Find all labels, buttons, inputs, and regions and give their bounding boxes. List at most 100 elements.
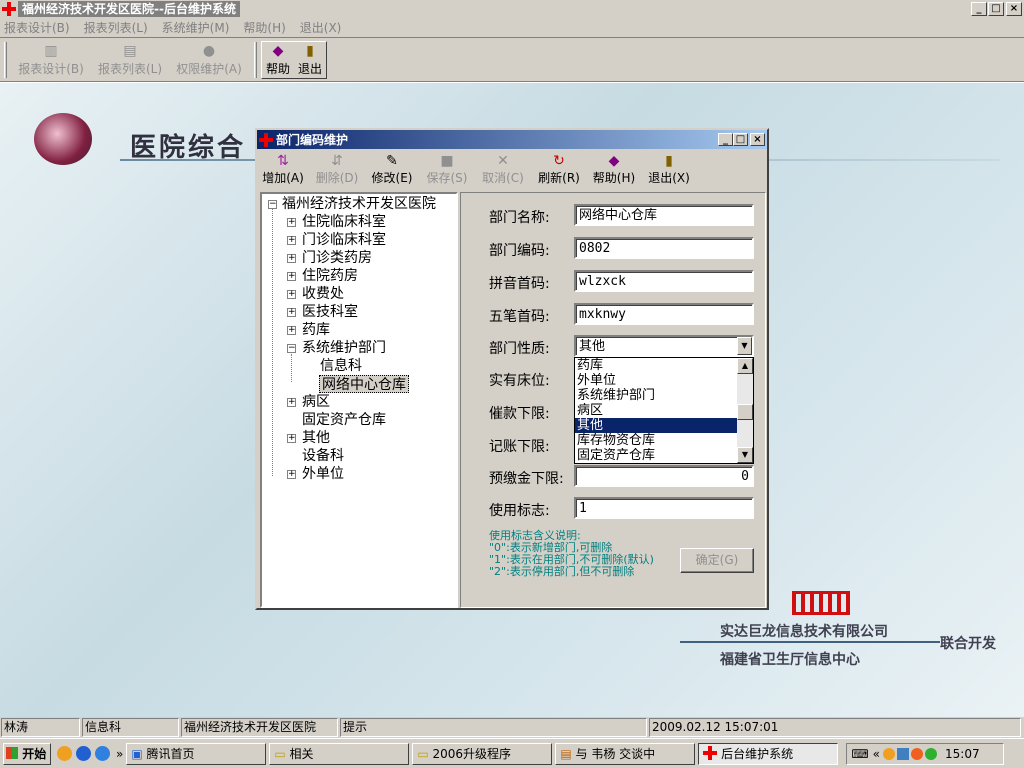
tree-item-ward[interactable]: 病区 <box>302 393 330 411</box>
expand-toggle-icon[interactable]: + <box>287 434 296 443</box>
tree-item-fixed-assets[interactable]: 固定资产仓库 <box>302 411 386 429</box>
help-button[interactable]: ◆ 帮助 <box>264 42 292 78</box>
tree-item-equipment[interactable]: 设备科 <box>302 447 344 465</box>
refresh-button[interactable]: ↻ 刷新(R) <box>537 153 581 187</box>
cancel-button[interactable]: ✕ 取消(C) <box>481 153 525 187</box>
tree-item-inpatient-clinical[interactable]: 住院临床科室 <box>302 213 386 231</box>
tree-item-inpatient-pharmacy[interactable]: 住院药房 <box>302 267 358 285</box>
dropdown-scrollbar[interactable]: ▲ ▼ <box>737 358 753 463</box>
maximize-button[interactable]: □ <box>988 2 1004 16</box>
deposit-label: 预缴金下限: <box>489 471 564 487</box>
tray-chevron[interactable]: « <box>873 747 880 761</box>
menu-system-maintenance[interactable]: 系统维护(M) <box>162 19 230 36</box>
exit-button[interactable]: ▮ 退出 <box>296 42 324 78</box>
menu-help[interactable]: 帮助(H) <box>243 19 285 36</box>
taskbar-item-upgrade[interactable]: ▭ 2006升级程序 <box>412 742 553 765</box>
taskbar-item-chat[interactable]: ▤ 与 韦杨 交谈中 <box>555 742 696 765</box>
qq-icon[interactable] <box>57 746 72 761</box>
save-icon: ■ <box>440 153 454 169</box>
tree-item-medical-tech[interactable]: 医技科室 <box>302 303 358 321</box>
edit-button[interactable]: ✎ 修改(E) <box>370 153 414 187</box>
keyboard-icon[interactable]: ⌨ <box>851 747 868 761</box>
wubi-code-field[interactable]: mxknwy <box>574 303 754 325</box>
usage-flag-field[interactable]: 1 <box>574 497 754 519</box>
exit-door-icon: ▮ <box>306 43 314 59</box>
department-code-field[interactable]: 0802 <box>574 237 754 259</box>
tree-item-outpatient-pharmacy[interactable]: 门诊类药房 <box>302 249 372 267</box>
expand-toggle-icon[interactable]: + <box>287 236 296 245</box>
dialog-close-button[interactable]: × <box>750 133 765 146</box>
department-type-select[interactable]: 其他 <box>574 335 754 357</box>
dialog-maximize-button[interactable]: □ <box>733 133 748 146</box>
tree-item-network-warehouse[interactable]: 网络中心仓库 <box>319 375 409 393</box>
expand-toggle-icon[interactable]: + <box>287 290 296 299</box>
dropdown-arrow-icon[interactable]: ▼ <box>737 337 752 355</box>
ie-refresh-icon[interactable] <box>95 746 110 761</box>
dropdown-option[interactable]: 外单位 <box>575 373 737 388</box>
department-type-dropdown[interactable]: 药库 外单位 系统维护部门 病区 其他 库存物资仓库 固定资产仓库 ▲ ▼ <box>574 357 754 464</box>
pinyin-code-field[interactable]: wlzxck <box>574 270 754 292</box>
status-hospital: 福州经济技术开发区医院 <box>181 718 338 737</box>
scroll-thumb[interactable] <box>737 404 753 420</box>
help-book-icon: ◆ <box>608 153 620 169</box>
delete-button[interactable]: ⇵ 删除(D) <box>315 153 359 187</box>
department-name-field[interactable]: 网络中心仓库 <box>574 204 754 226</box>
permission-maintenance-button[interactable]: ● 权限维护(A) <box>174 42 244 78</box>
taskbar-item-backend-active[interactable]: 后台维护系统 <box>698 742 839 765</box>
expand-toggle-icon[interactable]: + <box>287 254 296 263</box>
tree-item-system-maintenance[interactable]: 系统维护部门 <box>302 339 386 357</box>
dialog-exit-button[interactable]: ▮ 退出(X) <box>647 153 691 187</box>
dropdown-option[interactable]: 固定资产仓库 <box>575 448 737 463</box>
tree-root-hospital[interactable]: 福州经济技术开发区医院 <box>282 195 436 213</box>
dropdown-option-selected[interactable]: 其他 <box>575 418 737 433</box>
tree-item-outpatient-clinical[interactable]: 门诊临床科室 <box>302 231 386 249</box>
edit-icon: ✎ <box>386 153 398 169</box>
close-button[interactable]: × <box>1006 2 1022 16</box>
dropdown-option[interactable]: 系统维护部门 <box>575 388 737 403</box>
qq-tray-icon[interactable] <box>911 747 924 760</box>
tree-item-cashier[interactable]: 收费处 <box>302 285 344 303</box>
department-code-dialog: 部门编码维护 _ □ × ⇅ 增加(A) ⇵ 删除(D) ✎ 修改(E) ■ 保… <box>255 128 769 610</box>
dropdown-option[interactable]: 库存物资仓库 <box>575 433 737 448</box>
qq-tray-icon[interactable] <box>883 747 896 760</box>
dropdown-option[interactable]: 药库 <box>575 358 737 373</box>
start-button[interactable]: 开始 <box>3 742 51 765</box>
network-icon[interactable] <box>897 747 910 760</box>
expand-toggle-icon[interactable]: + <box>287 398 296 407</box>
scroll-down-icon[interactable]: ▼ <box>737 447 753 463</box>
confirm-button[interactable]: 确定(G) <box>680 548 754 573</box>
collapse-toggle-icon[interactable]: − <box>268 200 277 209</box>
minimize-button[interactable]: _ <box>971 2 987 16</box>
tree-item-info-dept[interactable]: 信息科 <box>320 357 362 375</box>
shield-icon[interactable] <box>925 747 938 760</box>
expand-toggle-icon[interactable]: + <box>287 326 296 335</box>
menu-report-design[interactable]: 报表设计(B) <box>4 19 70 36</box>
report-list-icon: ▤ <box>123 43 137 59</box>
menu-report-list[interactable]: 报表列表(L) <box>84 19 148 36</box>
tree-item-external[interactable]: 外单位 <box>302 465 344 483</box>
dropdown-option[interactable]: 病区 <box>575 403 737 418</box>
status-hint: 提示 <box>340 718 647 737</box>
add-button[interactable]: ⇅ 增加(A) <box>261 153 305 187</box>
expand-toggle-icon[interactable]: + <box>287 272 296 281</box>
tree-item-other[interactable]: 其他 <box>302 429 330 447</box>
scroll-up-icon[interactable]: ▲ <box>737 358 753 374</box>
tree-item-drug-warehouse[interactable]: 药库 <box>302 321 330 339</box>
expand-toggle-icon[interactable]: + <box>287 470 296 479</box>
expand-toggle-icon[interactable]: + <box>287 308 296 317</box>
ie-icon[interactable] <box>76 746 91 761</box>
taskbar-item-tencent[interactable]: ▣ 腾讯首页 <box>126 742 267 765</box>
dialog-minimize-button[interactable]: _ <box>718 133 733 146</box>
quicklaunch-chevron[interactable]: » <box>116 747 123 761</box>
joint-dev-text: 联合开发 <box>940 636 996 652</box>
expand-toggle-icon[interactable]: + <box>287 218 296 227</box>
collapse-toggle-icon[interactable]: − <box>287 344 296 353</box>
department-tree[interactable]: − 福州经济技术开发区医院 + 住院临床科室 + 门诊临床科室 + 门诊类药房 … <box>260 192 458 608</box>
menu-exit[interactable]: 退出(X) <box>300 19 342 36</box>
save-button[interactable]: ■ 保存(S) <box>425 153 469 187</box>
dialog-help-button[interactable]: ◆ 帮助(H) <box>592 153 636 187</box>
report-list-button[interactable]: ▤ 报表列表(L) <box>95 42 165 78</box>
report-design-button[interactable]: ▥ 报表设计(B) <box>16 42 86 78</box>
deposit-limit-field[interactable]: 0 <box>574 465 754 487</box>
taskbar-item-related[interactable]: ▭ 相关 <box>269 742 410 765</box>
